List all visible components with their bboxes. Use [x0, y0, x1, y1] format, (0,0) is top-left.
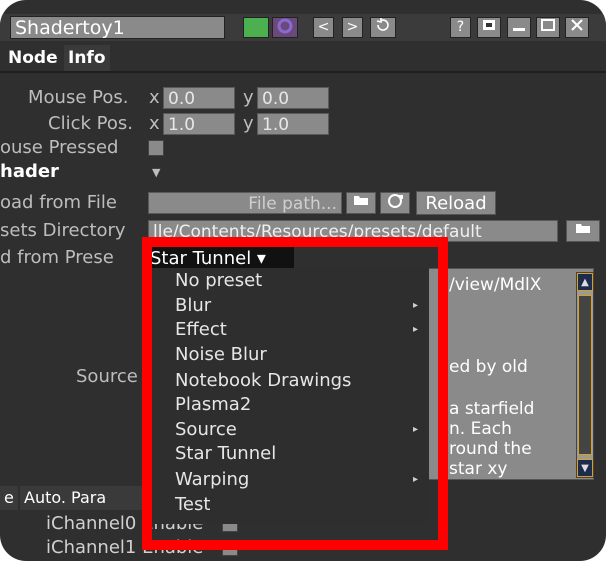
menu-item-effect[interactable]: Effect: [175, 319, 227, 341]
submenu-arrow-icon: ▸: [413, 424, 419, 435]
tab-divider: [0, 71, 606, 73]
source-line: ed by old: [449, 357, 528, 377]
float-panel-icon[interactable]: [536, 17, 560, 38]
restore-defaults-icon[interactable]: [370, 17, 396, 38]
menu-item-warping[interactable]: Warping: [175, 469, 249, 491]
menu-item-notebook-drawings[interactable]: Notebook Drawings: [175, 370, 351, 392]
node-color-swatch[interactable]: [243, 17, 269, 38]
source-line: round the: [449, 439, 532, 459]
menu-item-test[interactable]: Test: [175, 494, 210, 516]
mouse-pos-x-label: x: [149, 87, 160, 108]
preset-dropdown-menu: No preset Blur ▸ Effect ▸ Noise Blur Not…: [151, 268, 429, 524]
file-path-input[interactable]: File path...: [148, 192, 342, 214]
mouse-pos-label: Mouse Pos.: [28, 87, 129, 108]
click-pos-label: Click Pos.: [48, 113, 133, 134]
source-line: /view/MdlX: [449, 275, 542, 295]
title-bar: Shadertoy1 < > ?: [0, 14, 606, 41]
presets-directory-input[interactable]: lle/Contents/Resources/presets/default: [148, 220, 558, 242]
color-wheel-icon[interactable]: [272, 17, 298, 38]
preset-select[interactable]: Star Tunnel ▾: [146, 247, 294, 270]
ichannel1-enable-checkbox[interactable]: [222, 540, 238, 556]
presets-folder-icon[interactable]: [566, 220, 600, 242]
node-name-field[interactable]: Shadertoy1: [10, 16, 225, 39]
mouse-pos-y-label: y: [243, 87, 254, 108]
redo-button[interactable]: >: [342, 17, 363, 38]
scroll-down-arrow-icon[interactable]: ▼: [577, 459, 593, 477]
ichannel1-enable-label: iChannel1 Enable: [46, 537, 204, 558]
submenu-arrow-icon: ▸: [413, 300, 419, 311]
shadertoy-panel: Shadertoy1 < > ? Node Info Mouse Pos. x …: [0, 0, 606, 561]
tab-partial[interactable]: e: [0, 486, 18, 510]
load-from-file-label: oad from File: [0, 192, 117, 213]
tab-auto-params[interactable]: Auto. Para: [20, 486, 150, 510]
folder-icon[interactable]: [346, 192, 376, 214]
menu-item-star-tunnel[interactable]: Star Tunnel: [175, 443, 276, 465]
close-icon[interactable]: [565, 17, 589, 38]
click-pos-x-input[interactable]: 1.0: [163, 113, 235, 135]
mouse-pressed-checkbox[interactable]: [148, 140, 164, 156]
scroll-up-arrow-icon[interactable]: ▲: [577, 273, 593, 291]
source-line: n. Each: [449, 419, 512, 439]
tab-info[interactable]: Info: [64, 45, 110, 71]
source-label: Source: [76, 366, 138, 387]
menu-item-plasma2[interactable]: Plasma2: [175, 394, 251, 416]
load-from-preset-label: d from Prese: [0, 247, 114, 268]
help-button[interactable]: ?: [450, 17, 471, 38]
menu-item-source[interactable]: Source: [175, 419, 237, 441]
mouse-pos-x-input[interactable]: 0.0: [163, 87, 235, 109]
submenu-arrow-icon: ▸: [413, 474, 419, 485]
reload-button[interactable]: Reload: [416, 191, 496, 215]
menu-item-no-preset[interactable]: No preset: [175, 270, 262, 292]
center-node-icon[interactable]: [477, 17, 501, 38]
tab-node[interactable]: Node: [4, 45, 62, 71]
source-scrollbar[interactable]: ▲ ▼: [576, 272, 594, 478]
undo-button[interactable]: <: [313, 17, 334, 38]
presets-directory-label: sets Directory: [0, 220, 126, 241]
minimize-icon[interactable]: [507, 17, 531, 38]
submenu-arrow-icon: ▸: [413, 324, 419, 335]
mouse-pos-y-input[interactable]: 0.0: [257, 87, 329, 109]
source-line: a starfield: [449, 399, 535, 419]
shader-group-arrow-icon[interactable]: ▼: [152, 162, 160, 184]
shader-group-label[interactable]: hader: [0, 161, 59, 183]
menu-item-blur[interactable]: Blur: [175, 295, 211, 317]
scrollbar-thumb[interactable]: [578, 295, 592, 455]
refresh-icon[interactable]: [380, 192, 410, 214]
click-pos-x-label: x: [149, 113, 160, 134]
click-pos-y-input[interactable]: 1.0: [257, 113, 329, 135]
source-line: star xy: [449, 459, 508, 479]
mouse-pressed-label: ouse Pressed: [0, 137, 119, 158]
menu-item-noise-blur[interactable]: Noise Blur: [175, 344, 267, 366]
click-pos-y-label: y: [243, 113, 254, 134]
